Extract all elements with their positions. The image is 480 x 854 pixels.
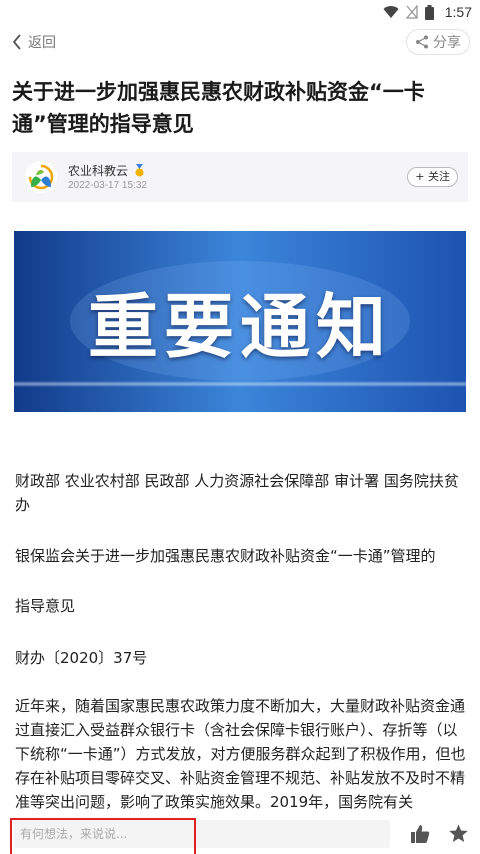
verified-medal-icon bbox=[135, 164, 144, 177]
follow-button[interactable]: + 关注 bbox=[407, 167, 458, 187]
share-icon bbox=[416, 35, 428, 49]
status-icons: 1:57 bbox=[383, 3, 472, 21]
bottom-comment-bar: 有何想法，来说说... bbox=[0, 814, 480, 854]
highlight-box bbox=[10, 818, 196, 854]
share-button[interactable]: 分享 bbox=[406, 29, 470, 55]
author-avatar[interactable] bbox=[24, 160, 58, 194]
article-banner-image: 重要通知 bbox=[14, 231, 466, 412]
top-nav-bar: 返回 分享 bbox=[0, 24, 480, 60]
battery-icon bbox=[424, 4, 434, 20]
article-paragraph: 指导意见 bbox=[15, 597, 76, 615]
author-name: 农业科教云 bbox=[68, 164, 129, 178]
back-label: 返回 bbox=[28, 35, 56, 51]
article-paragraph: 近年来，随着国家惠民惠农政策力度不断加大，大量财政补贴资金通过直接汇入受益群众银… bbox=[15, 697, 466, 811]
author-card: 农业科教云 2022-03-17 15:32 + 关注 bbox=[12, 152, 468, 202]
status-bar: 1:57 bbox=[0, 0, 480, 24]
no-signal-icon bbox=[405, 5, 418, 19]
publish-date: 2022-03-17 15:32 bbox=[68, 180, 147, 191]
back-button[interactable]: 返回 bbox=[12, 30, 56, 54]
article-paragraph: 财办〔2020〕37号 bbox=[15, 649, 148, 667]
status-time: 1:57 bbox=[444, 4, 472, 20]
article-paragraph: 银保监会关于进一步加强惠民惠农财政补贴资金“一卡通”管理的 bbox=[15, 547, 436, 565]
article-title: 关于进一步加强惠民惠农财政补贴资金“一卡通”管理的指导意见 bbox=[12, 80, 425, 136]
banner-headline: 重要通知 bbox=[88, 285, 392, 368]
author-name-row: 农业科教云 bbox=[68, 162, 145, 179]
wifi-icon bbox=[383, 6, 399, 19]
article-paragraph: 财政部 农业农村部 民政部 人力资源社会保障部 审计署 国务院扶贫办 bbox=[15, 472, 459, 514]
star-icon[interactable] bbox=[448, 823, 469, 844]
thumbs-up-icon[interactable] bbox=[410, 824, 430, 844]
chevron-left-icon bbox=[12, 34, 21, 50]
share-label: 分享 bbox=[433, 35, 461, 51]
